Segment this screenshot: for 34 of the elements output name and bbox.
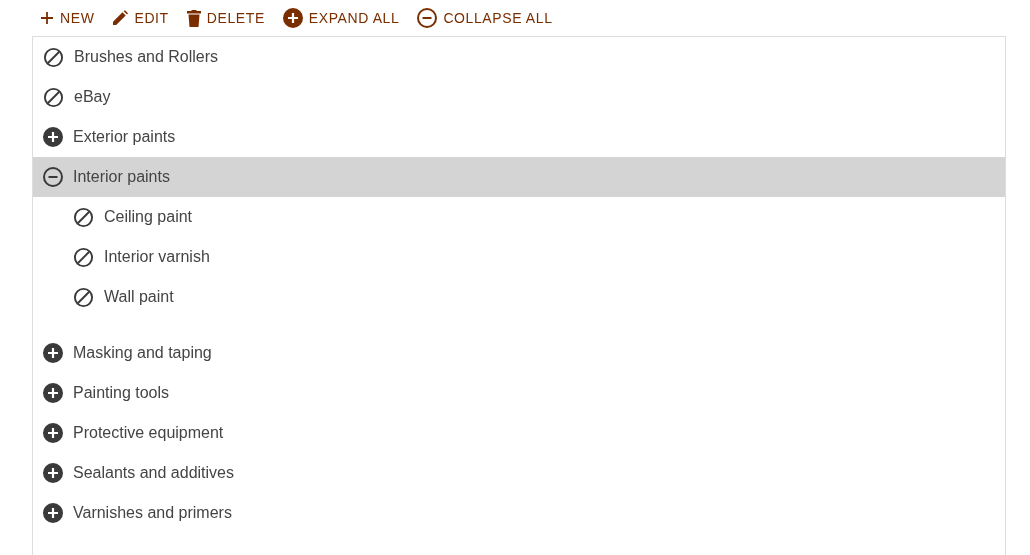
toolbar-button[interactable]: EDIT <box>110 10 171 26</box>
tree-item[interactable]: Exterior paints <box>33 117 1005 157</box>
plus-circle-icon <box>43 423 63 443</box>
tree-item[interactable]: Painting tools <box>33 373 1005 413</box>
tree-item[interactable]: Masking and taping <box>33 333 1005 373</box>
ban-icon <box>43 86 64 108</box>
toolbar-button[interactable]: COLLAPSE ALL <box>415 8 555 28</box>
pencil-icon <box>112 10 129 26</box>
ban-icon <box>73 286 94 308</box>
minus-circle-icon <box>43 167 63 187</box>
tree-item[interactable]: Interior paints <box>33 157 1005 197</box>
ban-icon <box>73 206 94 228</box>
plus-circle-icon <box>43 127 63 147</box>
plus-circle-icon <box>43 463 63 483</box>
tree-item[interactable]: eBay <box>33 77 1005 117</box>
tree-item[interactable]: Ceiling paint <box>33 197 1005 237</box>
tree-item[interactable]: Interior varnish <box>33 237 1005 277</box>
toolbar-button[interactable]: DELETE <box>184 9 267 27</box>
tree-item[interactable]: Varnishes and primers <box>33 493 1005 533</box>
tree-item[interactable]: Sealants and additives <box>33 453 1005 493</box>
plus-icon <box>40 11 54 25</box>
plus-circle-icon <box>43 343 63 363</box>
tree-item[interactable]: Protective equipment <box>33 413 1005 453</box>
plus-circle-icon <box>43 383 63 403</box>
ban-icon <box>73 246 94 268</box>
toolbar-button[interactable]: NEW <box>38 10 97 26</box>
trash-icon <box>186 9 201 27</box>
plus-circle-icon <box>43 503 63 523</box>
plus-circle-icon <box>282 8 303 28</box>
tree-item[interactable]: Wall paint <box>33 277 1005 317</box>
tree-item[interactable]: Brushes and Rollers <box>33 37 1005 77</box>
minus-circle-icon <box>417 8 438 28</box>
ban-icon <box>43 46 64 68</box>
toolbar-button[interactable]: EXPAND ALL <box>280 8 402 28</box>
